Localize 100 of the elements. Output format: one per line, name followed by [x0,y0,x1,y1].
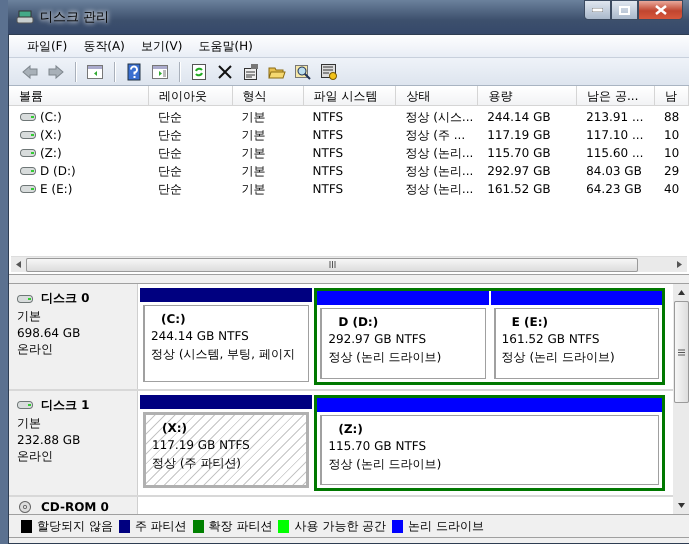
table-cell: 10 [664,128,680,142]
partition-block[interactable]: (X:) 117.19 GB NTFS 정상 (주 파티션) [143,412,310,488]
table-cell: 161.52 GB [487,182,551,196]
table-cell: NTFS [312,110,344,124]
partition-label: E (E:) [510,315,550,329]
partition-status: 정상 (주 파티션) [152,454,242,472]
disk-type: 기본 [17,414,42,432]
table-cell: 29 [664,164,680,178]
disk-status: 온라인 [17,448,54,464]
table-cell: D (D:) [40,164,76,178]
menu-item[interactable]: 도움말(H) [190,36,261,56]
disk-name: 디스크 0 [41,290,90,307]
partition-label: D (D:) [337,315,380,329]
delete-icon [216,62,234,80]
disk-name: CD-ROM 0 [41,500,109,514]
table-cell: 84.03 GB [586,164,642,178]
scroll-up-icon [678,290,684,295]
table-cell: 292.97 GB [487,164,551,178]
partition-label: (Z:) [337,422,364,436]
drive-icon [20,184,36,194]
table-cell: NTFS [312,164,344,178]
table-cell: 기본 [242,126,266,144]
partition-status: 정상 (논리 드라이브) [328,456,442,472]
disk-size: 698.64 GB [17,326,82,340]
column-header[interactable]: 레이아웃 [148,86,233,105]
table-cell: 10 [664,146,680,160]
partition-size: 117.19 GB NTFS [152,438,251,452]
table-cell: NTFS [312,146,344,160]
column-header[interactable]: 볼륨 [9,86,149,105]
disk-status: 온라인 [17,341,54,358]
table-cell: 기본 [242,180,266,198]
properties-icon [242,62,260,80]
column-header[interactable]: 파일 시스템 [304,86,396,105]
scroll-down-icon [678,503,684,508]
table-cell: 단순 [158,108,182,126]
table-cell: 정상 (논리... [405,180,474,198]
drive-icon [20,112,36,122]
partition-block[interactable]: (Z:) 115.70 GB NTFS 정상 (논리 드라이브) [320,414,659,485]
table-cell: (C:) [40,110,62,124]
table-cell: NTFS [312,182,344,196]
table-cell: 40 [664,182,680,196]
table-cell: 단순 [158,126,182,144]
partition-size: 115.70 GB NTFS [328,438,428,452]
scrollbar-thumb[interactable] [26,258,638,272]
partition-label: (C:) [160,312,187,326]
table-cell: 정상 (논리... [405,162,474,180]
table-cell: 정상 (주 ... [405,126,466,144]
minimize-button[interactable] [584,0,611,20]
legend-label: 사용 가능한 공간 [294,518,386,534]
table-cell: 기본 [242,162,266,180]
table-cell: 117.10 ... [586,128,644,142]
table-cell: 64.23 GB [586,182,642,196]
scroll-left-icon [16,261,21,268]
table-cell: (X:) [40,128,62,142]
grip-icon [678,348,684,356]
disk-settings-icon [320,62,338,80]
cd-drive-icon [17,501,33,513]
legend-label: 확장 파티션 [208,518,272,534]
table-cell: 88 [664,110,680,124]
partition-status: 정상 (논리 드라이브) [328,349,442,366]
partition-block[interactable]: E (E:) 161.52 GB NTFS 정상 (논리 드라이브) [494,308,660,378]
drive-icon [20,166,36,176]
pane-icon [86,62,104,80]
disk-name: 디스크 1 [41,396,90,414]
table-cell: 정상 (시스... [405,108,474,126]
partition-status: 정상 (시스템, 부팅, 페이지 [151,346,296,363]
table-cell: 정상 (논리... [405,144,474,162]
help-icon [125,62,143,80]
table-cell: 115.70 GB [487,146,551,160]
table-cell: 단순 [158,144,182,162]
drive-icon [20,148,36,158]
vertical-scrollbar[interactable] [673,284,689,514]
maximize-button[interactable] [611,0,638,20]
table-cell: 기본 [242,144,266,162]
pane-icon [151,62,169,80]
table-cell: 기본 [242,108,266,126]
menu-item[interactable]: 파일(F) [19,36,76,56]
close-button[interactable] [638,0,683,20]
table-cell: 단순 [158,180,182,198]
column-header[interactable]: 용량 [478,86,578,105]
disk-management-icon [16,9,34,25]
drive-icon [17,294,33,304]
menu-item[interactable]: 동작(A) [75,36,133,56]
scrollbar-thumb[interactable] [674,301,688,403]
partition-block[interactable]: D (D:) 292.97 GB NTFS 정상 (논리 드라이브) [320,308,486,378]
table-cell: 244.14 GB [487,110,551,124]
partition-block[interactable]: (C:) 244.14 GB NTFS 정상 (시스템, 부팅, 페이지 [143,305,310,382]
column-header[interactable]: 남은 공... [577,86,656,105]
column-header[interactable]: 남 [655,86,689,105]
minimize-icon [592,8,603,12]
menu-item[interactable]: 보기(V) [132,36,190,56]
partition-size: 244.14 GB NTFS [151,329,250,343]
close-icon [654,5,666,15]
legend-label: 논리 드라이브 [408,518,484,534]
forward-arrow-icon [47,62,65,80]
column-header[interactable]: 상태 [396,86,478,105]
table-cell: (Z:) [40,146,62,160]
column-header[interactable]: 형식 [232,86,304,105]
maximize-icon [619,6,630,14]
horizontal-scrollbar[interactable] [11,256,687,272]
